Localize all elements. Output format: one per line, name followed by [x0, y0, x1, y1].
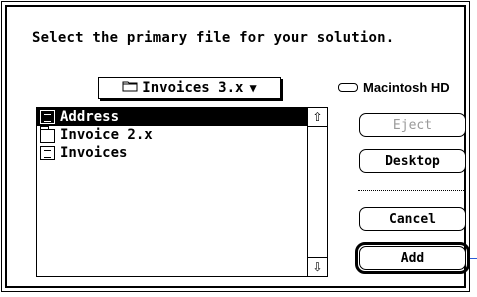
scroll-up-arrow-icon[interactable]: ⇧	[308, 108, 327, 127]
hard-disk-icon	[338, 83, 358, 92]
folder-icon	[122, 80, 138, 96]
eject-button[interactable]: Eject	[359, 113, 466, 137]
scroll-down-arrow-icon[interactable]: ⇩	[308, 257, 327, 276]
desktop-button[interactable]: Desktop	[359, 149, 466, 173]
list-item[interactable]: Invoices	[37, 144, 307, 162]
file-list[interactable]: Address Invoice 2.x Invoices ⇧ ⇩	[36, 107, 328, 277]
popup-arrow-icon: ▼	[249, 81, 257, 95]
dialog-prompt: Select the primary file for your solutio…	[32, 30, 395, 46]
list-item[interactable]: Invoice 2.x	[37, 126, 307, 144]
callout-line	[470, 258, 477, 259]
volume-indicator[interactable]: Macintosh HD	[338, 80, 450, 95]
file-name: Invoices	[60, 145, 128, 161]
cancel-button[interactable]: Cancel	[359, 207, 466, 231]
folder-popup-label: Invoices 3.x	[142, 80, 244, 96]
file-name: Invoice 2.x	[60, 127, 153, 143]
list-scrollbar[interactable]: ⇧ ⇩	[307, 108, 327, 276]
file-rows: Address Invoice 2.x Invoices	[37, 108, 307, 162]
button-separator	[358, 190, 466, 191]
folder-icon	[40, 126, 55, 143]
document-icon	[40, 146, 55, 160]
add-button[interactable]: Add	[359, 246, 466, 270]
document-icon	[40, 110, 55, 124]
folder-popup-menu[interactable]: Invoices 3.x ▼	[98, 77, 281, 99]
list-item[interactable]: Address	[37, 108, 307, 126]
file-name: Address	[60, 109, 120, 125]
volume-label: Macintosh HD	[363, 80, 450, 95]
